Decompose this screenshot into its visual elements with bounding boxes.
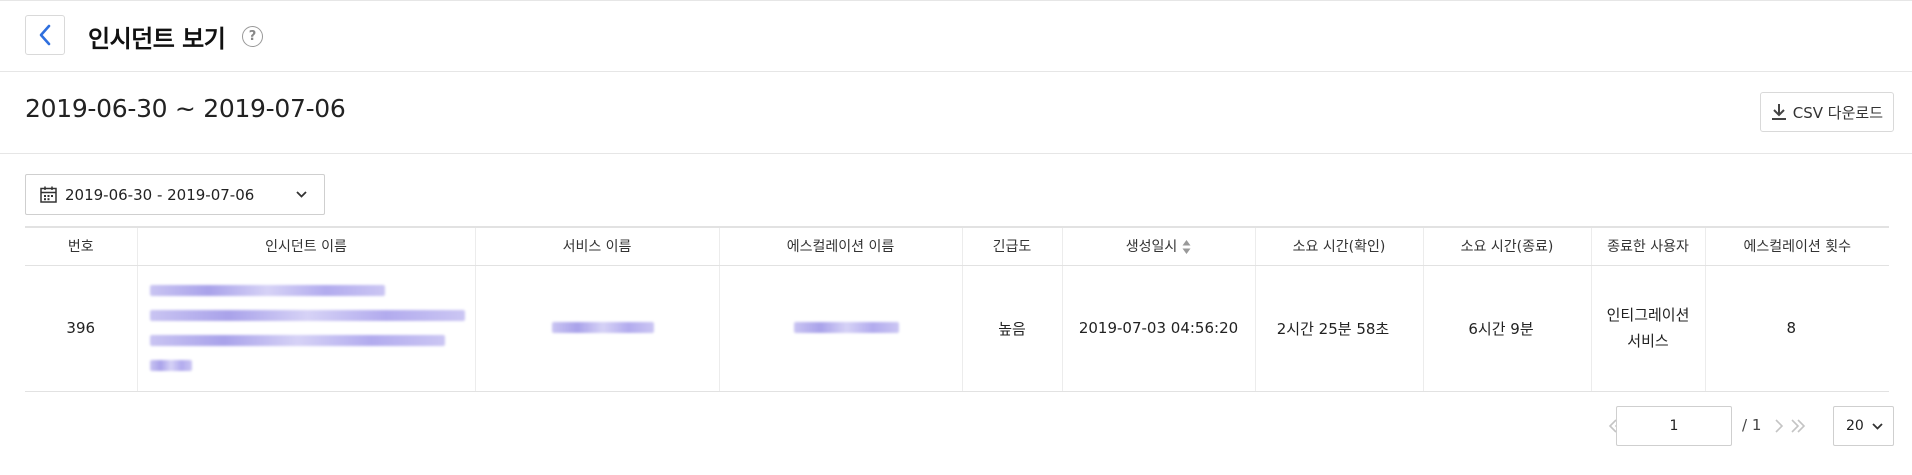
redacted-text	[149, 285, 475, 371]
column-header-ack-time[interactable]: 소요 시간(확인)	[1254, 226, 1423, 266]
incident-table: 번호 인시던트 이름 서비스 이름 에스컬레이션 이름 긴급도 생성일시 소요 …	[25, 226, 1889, 392]
column-header-escalation-count[interactable]: 에스컬레이션 횟수	[1704, 226, 1889, 266]
cell-service-name[interactable]	[474, 265, 719, 392]
resolved-by-text: 인티그레이션 서비스	[1606, 306, 1690, 350]
column-header-resolved-by[interactable]: 종료한 사용자	[1590, 226, 1705, 266]
page-total: / 1	[1742, 416, 1762, 434]
column-header-service-name[interactable]: 서비스 이름	[474, 226, 719, 266]
cell-incident-name[interactable]	[136, 265, 475, 392]
page-size-value: 20	[1846, 418, 1864, 434]
date-range-value: 2019-06-30 - 2019-07-06	[65, 185, 255, 204]
cell-escalation-name[interactable]	[718, 265, 962, 392]
pagination-next-group	[1774, 418, 1806, 434]
last-page-icon[interactable]	[1790, 418, 1806, 434]
cell-created: 2019-07-03 04:56:20	[1061, 265, 1255, 392]
column-header-resolve-time[interactable]: 소요 시간(종료)	[1422, 226, 1591, 266]
column-header-no[interactable]: 번호	[25, 226, 137, 266]
cell-resolve-time: 6시간 9분	[1422, 265, 1591, 392]
download-icon	[1771, 104, 1786, 120]
next-page-icon[interactable]	[1774, 418, 1784, 434]
chevron-left-icon	[39, 24, 51, 46]
question-circle-icon[interactable]: ?	[242, 26, 263, 47]
chevron-down-icon	[296, 191, 307, 198]
column-header-incident-name[interactable]: 인시던트 이름	[136, 226, 475, 266]
sort-icon[interactable]	[1182, 239, 1191, 255]
page-number-input[interactable]	[1616, 406, 1732, 446]
csv-download-button[interactable]: CSV 다운로드	[1759, 92, 1894, 132]
calendar-icon	[40, 186, 57, 203]
table-row[interactable]: 396 높음 2019-07-03 04:56:20 2시간 25분 58초 6…	[25, 265, 1889, 392]
column-header-created-label: 생성일시	[1125, 239, 1178, 256]
cell-ack-time: 2시간 25분 58초	[1254, 265, 1423, 392]
date-range-picker[interactable]: 2019-06-30 - 2019-07-06	[25, 174, 325, 215]
cell-no: 396	[25, 265, 137, 392]
column-header-escalation-name[interactable]: 에스컬레이션 이름	[718, 226, 962, 266]
cell-urgency: 높음	[961, 265, 1062, 392]
column-header-created[interactable]: 생성일시	[1061, 226, 1255, 266]
table-header-row: 번호 인시던트 이름 서비스 이름 에스컬레이션 이름 긴급도 생성일시 소요 …	[25, 226, 1889, 266]
page-title: 인시던트 보기	[88, 25, 226, 53]
range-title: 2019-06-30 ~ 2019-07-06	[25, 94, 346, 123]
redacted-text	[794, 322, 899, 333]
redacted-text	[552, 322, 654, 333]
column-header-urgency[interactable]: 긴급도	[961, 226, 1062, 266]
page-header: 인시던트 보기 ?	[0, 0, 1912, 72]
back-button[interactable]	[25, 15, 65, 55]
csv-download-label: CSV 다운로드	[1792, 103, 1883, 122]
range-section: 2019-06-30 ~ 2019-07-06 CSV 다운로드	[0, 72, 1912, 154]
cell-escalation-count: 8	[1704, 265, 1889, 392]
page-size-select[interactable]: 20	[1833, 406, 1894, 446]
chevron-down-icon	[1872, 423, 1883, 430]
cell-resolved-by: 인티그레이션 서비스	[1590, 265, 1705, 392]
